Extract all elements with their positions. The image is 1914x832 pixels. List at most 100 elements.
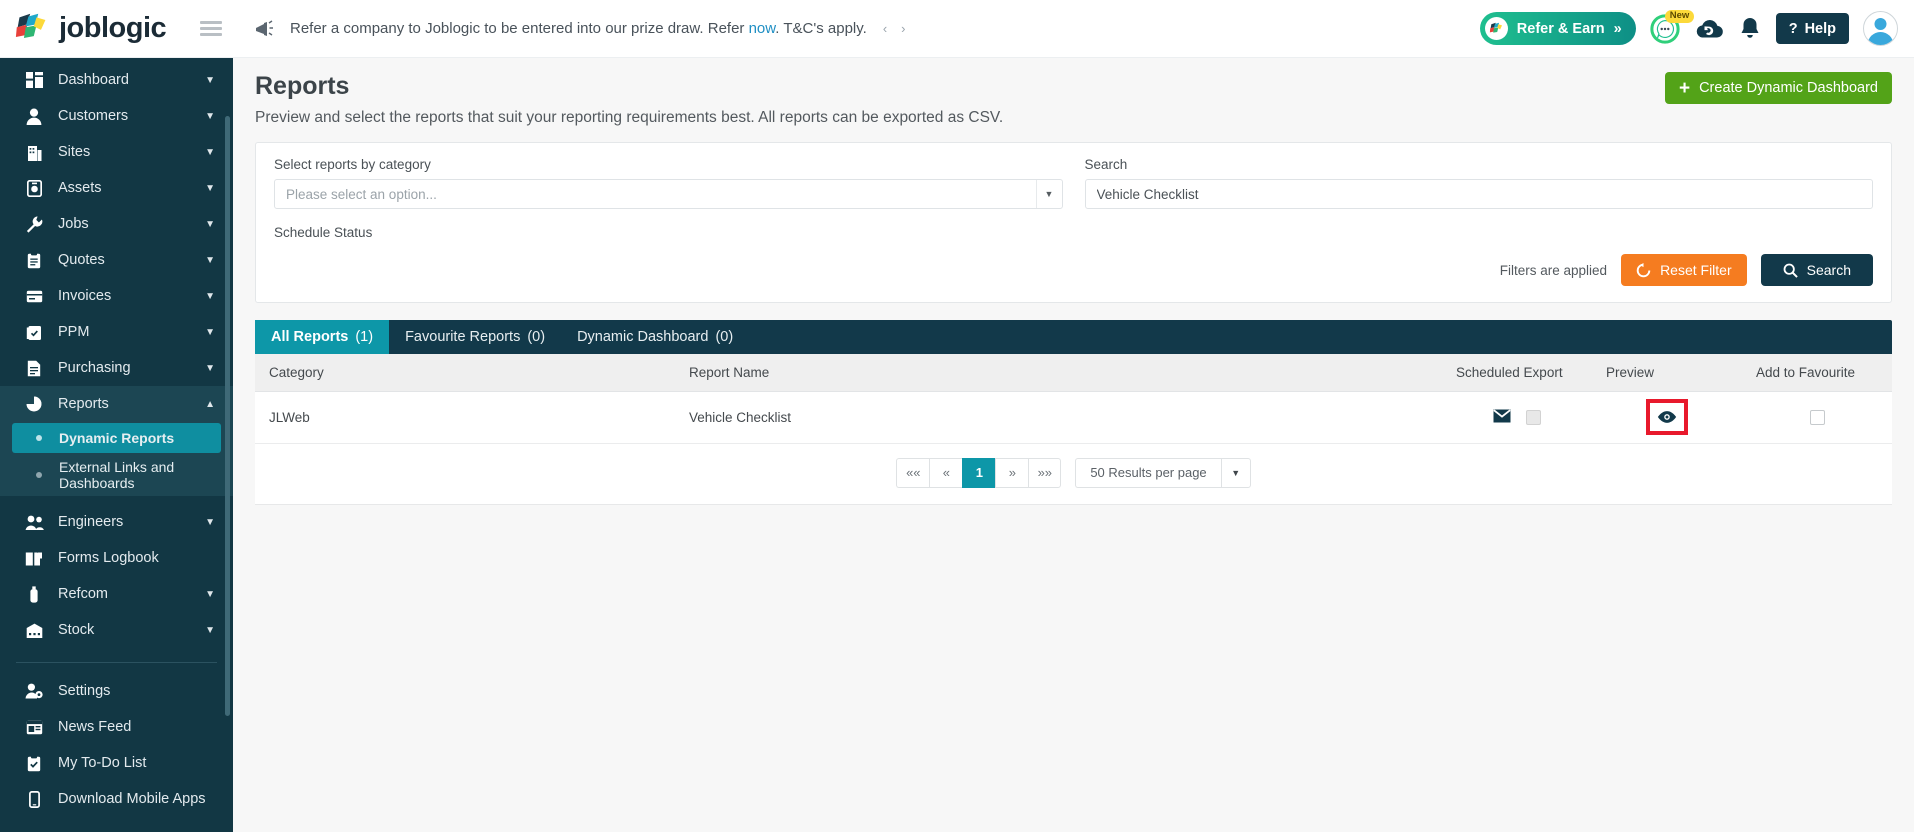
pagination-bar: «« « 1 » »» 50 Results per page ▼ — [255, 443, 1892, 505]
search-input[interactable] — [1084, 179, 1873, 209]
sites-icon — [24, 143, 44, 161]
scheduled-export-checkbox-disabled — [1526, 409, 1542, 425]
bullet-icon — [36, 435, 42, 441]
chevron-down-icon[interactable]: ▼ — [1220, 457, 1251, 488]
category-filter-group: Select reports by category Please select… — [274, 157, 1063, 209]
sidebar-label: Dashboard — [58, 72, 129, 88]
pagination-prev-button[interactable]: « — [929, 457, 963, 488]
column-header-scheduled-export[interactable]: Scheduled Export — [1442, 354, 1592, 392]
search-filter-label: Search — [1084, 157, 1128, 172]
megaphone-icon — [254, 19, 274, 38]
tab-all-reports[interactable]: All Reports (1) — [255, 320, 390, 354]
search-filter-group: Search — [1084, 157, 1873, 209]
column-header-add-to-favourite[interactable]: Add to Favourite — [1742, 354, 1892, 392]
page-title: Reports — [255, 72, 350, 100]
cloud-sync-icon — [1696, 19, 1723, 37]
reset-filter-button[interactable]: Reset Filter — [1621, 254, 1747, 286]
sidebar-item-refcom[interactable]: Refcom ▼ — [0, 576, 233, 612]
pagination-next-button[interactable]: » — [995, 457, 1029, 488]
favourite-checkbox[interactable] — [1809, 409, 1825, 425]
stock-warehouse-icon — [24, 621, 44, 639]
column-header-category[interactable]: Category — [255, 354, 675, 392]
tab-label: Favourite Reports — [405, 329, 521, 345]
help-button[interactable]: ? Help — [1775, 13, 1849, 44]
sidebar-subitem-dynamic-reports[interactable]: Dynamic Reports — [12, 423, 221, 453]
sidebar-label: Reports — [58, 396, 109, 412]
search-button[interactable]: Search — [1760, 254, 1873, 286]
sidebar-item-invoices[interactable]: Invoices ▼ — [0, 278, 233, 314]
banner-carousel-arrows: ‹ › — [883, 21, 906, 36]
sidebar-item-quotes[interactable]: Quotes ▼ — [0, 242, 233, 278]
sidebar-item-jobs[interactable]: Jobs ▼ — [0, 206, 233, 242]
referral-banner-text: Refer a company to Joblogic to be entere… — [290, 20, 867, 37]
chevron-down-icon[interactable]: ▼ — [1035, 180, 1062, 208]
sidebar-item-sites[interactable]: Sites ▼ — [0, 134, 233, 170]
sidebar-scrollbar[interactable] — [225, 116, 230, 832]
user-avatar[interactable] — [1863, 11, 1898, 46]
sidebar-item-reports[interactable]: Reports ▲ — [0, 386, 233, 422]
question-mark-icon: ? — [1788, 20, 1798, 37]
hamburger-menu-icon[interactable] — [200, 18, 222, 39]
sidebar-label: Stock — [58, 622, 95, 638]
refer-now-link[interactable]: now — [749, 20, 776, 37]
sidebar-scroll-area: Dashboard ▼ Customers ▼ Sites ▼ Assets ▼ — [0, 58, 233, 817]
pagination-first-button[interactable]: «« — [896, 457, 930, 488]
table-body: JLWeb Vehicle Checklist — [255, 391, 1892, 444]
table-row[interactable]: JLWeb Vehicle Checklist — [255, 391, 1892, 444]
tab-dynamic-dashboard[interactable]: Dynamic Dashboard (0) — [561, 320, 749, 354]
sidebar-item-ppm[interactable]: PPM ▼ — [0, 314, 233, 350]
column-header-report-name[interactable]: Report Name — [675, 354, 1442, 392]
create-dynamic-dashboard-button[interactable]: + Create Dynamic Dashboard — [1664, 72, 1892, 104]
sidebar-sublabel: Dynamic Reports — [59, 430, 175, 446]
search-icon — [1783, 263, 1798, 278]
invoices-icon — [24, 287, 44, 305]
sidebar-item-assets[interactable]: Assets ▼ — [0, 170, 233, 206]
chat-new-badge: New — [1664, 9, 1695, 23]
sidebar-item-stock[interactable]: Stock ▼ — [0, 612, 233, 648]
brand[interactable]: joblogic — [0, 12, 196, 46]
chevron-down-icon: ▼ — [205, 254, 215, 266]
search-button-label: Search — [1806, 262, 1851, 278]
filter-row: Select reports by category Please select… — [274, 157, 1873, 209]
column-header-preview[interactable]: Preview — [1592, 354, 1742, 392]
chevron-down-icon: ▼ — [205, 110, 215, 122]
chat-button[interactable]: New — [1650, 9, 1695, 44]
refer-chevron-icon: » — [1613, 20, 1622, 37]
sidebar-item-download-mobile-apps[interactable]: Download Mobile Apps — [0, 781, 233, 817]
sidebar-item-forms-logbook[interactable]: Forms Logbook — [0, 540, 233, 576]
pagination-last-button[interactable]: »» — [1028, 457, 1062, 488]
chevron-down-icon: ▼ — [205, 182, 215, 194]
joblogic-logo-icon — [15, 13, 46, 38]
banner-prev-arrow-icon[interactable]: ‹ — [883, 21, 887, 36]
tab-label: All Reports — [271, 329, 349, 345]
chevron-down-icon: ▼ — [205, 290, 215, 302]
sync-cloud-button[interactable] — [1694, 16, 1724, 42]
sidebar-subitem-external-links-and-dashboards[interactable]: External Links and Dashboards — [12, 454, 221, 496]
sidebar-item-customers[interactable]: Customers ▼ — [0, 98, 233, 134]
table-header-row: Category Report Name Scheduled Export Pr… — [255, 354, 1892, 392]
sidebar-item-my-to-do-list[interactable]: My To-Do List — [0, 745, 233, 781]
sidebar-scrollbar-thumb[interactable] — [225, 116, 230, 716]
sidebar-item-news-feed[interactable]: News Feed — [0, 709, 233, 745]
chevron-down-icon: ▼ — [205, 74, 215, 86]
chevron-down-icon: ▼ — [205, 362, 215, 374]
banner-next-arrow-icon[interactable]: › — [901, 21, 905, 36]
sidebar-item-purchasing[interactable]: Purchasing ▼ — [0, 350, 233, 386]
chevron-down-icon: ▼ — [205, 624, 215, 636]
table-header: Category Report Name Scheduled Export Pr… — [255, 354, 1892, 392]
sidebar-label: Quotes — [58, 252, 105, 268]
sidebar-item-engineers[interactable]: Engineers ▼ — [0, 504, 233, 540]
notifications-button[interactable] — [1738, 16, 1762, 42]
results-per-page-select[interactable]: 50 Results per page ▼ — [1075, 457, 1251, 488]
sidebar-item-settings[interactable]: Settings — [0, 673, 233, 709]
eye-icon — [1657, 411, 1677, 423]
cell-report-name: Vehicle Checklist — [675, 391, 1442, 444]
preview-eye-button-highlighted[interactable] — [1646, 399, 1688, 435]
sidebar-item-dashboard[interactable]: Dashboard ▼ — [0, 62, 233, 98]
sidebar-label: Refcom — [58, 586, 108, 602]
category-select[interactable]: Please select an option... ▼ — [274, 179, 1063, 209]
pagination-page-1[interactable]: 1 — [962, 457, 996, 488]
envelope-icon[interactable] — [1492, 408, 1511, 426]
tab-favourite-reports[interactable]: Favourite Reports (0) — [389, 320, 561, 354]
refer-and-earn-button[interactable]: Refer & Earn » — [1479, 12, 1636, 45]
